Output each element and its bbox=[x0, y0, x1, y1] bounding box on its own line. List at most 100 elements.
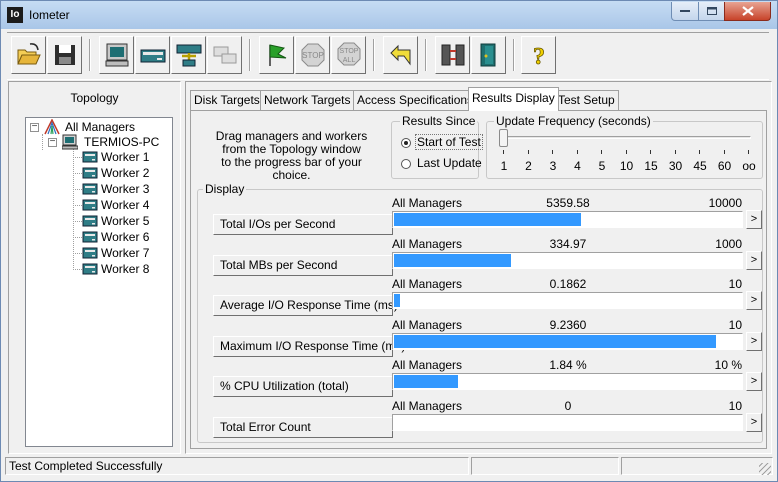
about-button[interactable]: ? bbox=[521, 36, 556, 74]
last-update-label[interactable]: Last Update bbox=[417, 156, 482, 170]
topology-label: Topology bbox=[70, 91, 119, 105]
maximize-button[interactable] bbox=[698, 2, 725, 21]
tree-line bbox=[73, 221, 82, 222]
network-worker-icon bbox=[140, 49, 166, 63]
metric-select-button[interactable]: % CPU Utilization (total) bbox=[213, 376, 393, 397]
stop-test-button[interactable]: STOP bbox=[295, 36, 330, 74]
toolbar-separator bbox=[249, 39, 251, 71]
resize-grip[interactable] bbox=[759, 463, 771, 475]
title-bar[interactable]: Io Iometer bbox=[1, 1, 777, 29]
tree-item-worker[interactable]: Worker 1 bbox=[82, 149, 170, 165]
tab-results-display[interactable]: Results Display bbox=[468, 87, 559, 111]
disconnect-workers-button[interactable] bbox=[435, 36, 470, 74]
tab-network-targets[interactable]: Network Targets bbox=[260, 90, 355, 110]
metric-progress-bar[interactable] bbox=[392, 251, 743, 269]
collapse-manager-toggle[interactable]: − bbox=[48, 137, 57, 147]
frequency-tick bbox=[748, 150, 749, 154]
tree-item-worker[interactable]: Worker 6 bbox=[82, 229, 170, 245]
metric-more-button[interactable]: > bbox=[746, 331, 762, 351]
tree-item-worker[interactable]: Worker 2 bbox=[82, 165, 170, 181]
metric-more-button[interactable]: > bbox=[746, 372, 762, 391]
start-disk-worker-button[interactable] bbox=[99, 36, 134, 74]
metric-progress-bar[interactable] bbox=[392, 292, 743, 309]
manager-label: TERMIOS-PC bbox=[84, 135, 160, 149]
start-of-test-label[interactable]: Start of Test bbox=[415, 134, 483, 150]
open-config-button[interactable] bbox=[11, 36, 46, 74]
results-display-content: Drag managers and workers from the Topol… bbox=[190, 110, 767, 449]
start-of-test-radio[interactable] bbox=[401, 138, 411, 148]
save-config-button[interactable] bbox=[47, 36, 82, 74]
iometer-app-icon[interactable]: Io bbox=[7, 7, 23, 23]
update-frequency-title: Update Frequency (seconds) bbox=[494, 114, 653, 128]
worker-label: Worker 4 bbox=[101, 198, 150, 212]
toolbar: STOP STOP ALL ? bbox=[7, 32, 769, 80]
metric-more-button[interactable]: > bbox=[746, 250, 762, 270]
metric-progress-bar[interactable] bbox=[392, 332, 743, 350]
metric-select-button[interactable]: Maximum I/O Response Time (ms) bbox=[213, 335, 405, 357]
tree-item-worker[interactable]: Worker 8 bbox=[82, 261, 170, 277]
tree-item-worker[interactable]: Worker 3 bbox=[82, 181, 170, 197]
metric-manager-label: All Managers bbox=[392, 358, 463, 372]
stop-all-button[interactable]: STOP ALL bbox=[331, 36, 366, 74]
tree-item-all-managers[interactable]: − All Managers bbox=[30, 119, 170, 135]
topology-tree[interactable]: − All Managers − TERMIOS-PC Worker 1 Work… bbox=[25, 117, 173, 447]
svg-text:STOP: STOP bbox=[340, 48, 359, 55]
duplicate-worker-button[interactable] bbox=[207, 36, 242, 74]
start-tests-button[interactable] bbox=[259, 36, 294, 74]
reset-workers-button[interactable] bbox=[383, 36, 418, 74]
tab-disk-targets[interactable]: Disk Targets bbox=[190, 90, 264, 110]
last-update-radio[interactable] bbox=[401, 159, 411, 169]
results-since-title: Results Since bbox=[400, 114, 478, 128]
svg-text:ALL: ALL bbox=[343, 57, 356, 64]
start-network-worker-button[interactable] bbox=[135, 36, 170, 74]
disk-worker-icon bbox=[105, 43, 129, 67]
metric-value: 0.1862 bbox=[549, 277, 587, 291]
metric-more-button[interactable]: > bbox=[746, 291, 762, 310]
question-mark-icon: ? bbox=[533, 44, 546, 68]
worker-label: Worker 7 bbox=[101, 246, 150, 260]
update-frequency-slider[interactable] bbox=[499, 129, 508, 147]
all-managers-label: All Managers bbox=[65, 120, 136, 134]
close-button[interactable] bbox=[724, 2, 771, 21]
worker-label: Worker 6 bbox=[101, 230, 150, 244]
close-icon bbox=[741, 6, 754, 16]
stop-all-icon: STOP ALL bbox=[337, 42, 361, 66]
exit-button[interactable] bbox=[471, 36, 506, 74]
tree-item-worker[interactable]: Worker 5 bbox=[82, 213, 170, 229]
metric-progress-bar[interactable] bbox=[392, 211, 743, 228]
metric-select-button[interactable]: Total Error Count bbox=[213, 416, 393, 438]
worker-disk-icon bbox=[82, 151, 98, 163]
metric-select-button[interactable]: Total MBs per Second bbox=[213, 254, 393, 276]
collapse-all-managers-toggle[interactable]: − bbox=[30, 122, 39, 132]
tab-test-setup[interactable]: Test Setup bbox=[554, 90, 619, 110]
metric-max: 10 bbox=[728, 317, 742, 332]
toolbar-separator bbox=[425, 39, 427, 71]
svg-text:STOP: STOP bbox=[302, 51, 324, 60]
metric-value: 5359.58 bbox=[546, 196, 590, 210]
metric-value: 0 bbox=[564, 398, 572, 413]
tree-item-worker[interactable]: Worker 7 bbox=[82, 245, 170, 261]
worker-label: Worker 1 bbox=[101, 150, 150, 164]
metric-progress-bar[interactable] bbox=[392, 373, 743, 390]
metric-select-button[interactable]: Average I/O Response Time (ms) bbox=[213, 295, 398, 316]
metric-select-button[interactable]: Total I/Os per Second bbox=[213, 214, 393, 235]
minimize-button[interactable] bbox=[671, 2, 699, 21]
display-title: Display bbox=[203, 182, 247, 196]
metric-max: 10 bbox=[728, 398, 742, 413]
frequency-tick bbox=[723, 150, 725, 154]
add-manager-button[interactable] bbox=[171, 36, 206, 74]
status-text: Test Completed Successfully bbox=[5, 457, 469, 475]
metric-max: 1000 bbox=[715, 236, 742, 251]
metric-more-button[interactable]: > bbox=[746, 210, 762, 229]
worker-disk-icon bbox=[82, 199, 98, 211]
metric-more-button[interactable]: > bbox=[746, 412, 762, 432]
exit-door-icon bbox=[480, 43, 496, 67]
green-flag-icon bbox=[269, 44, 287, 66]
tree-item-manager[interactable]: − TERMIOS-PC bbox=[48, 134, 170, 150]
tree-item-worker[interactable]: Worker 4 bbox=[82, 197, 170, 213]
metric-manager-label: All Managers bbox=[392, 398, 463, 413]
update-frequency-track[interactable] bbox=[501, 136, 751, 139]
tab-access-specifications[interactable]: Access Specifications bbox=[353, 90, 478, 110]
metric-progress-bar[interactable] bbox=[392, 413, 743, 431]
duplicate-worker-icon bbox=[213, 46, 237, 64]
